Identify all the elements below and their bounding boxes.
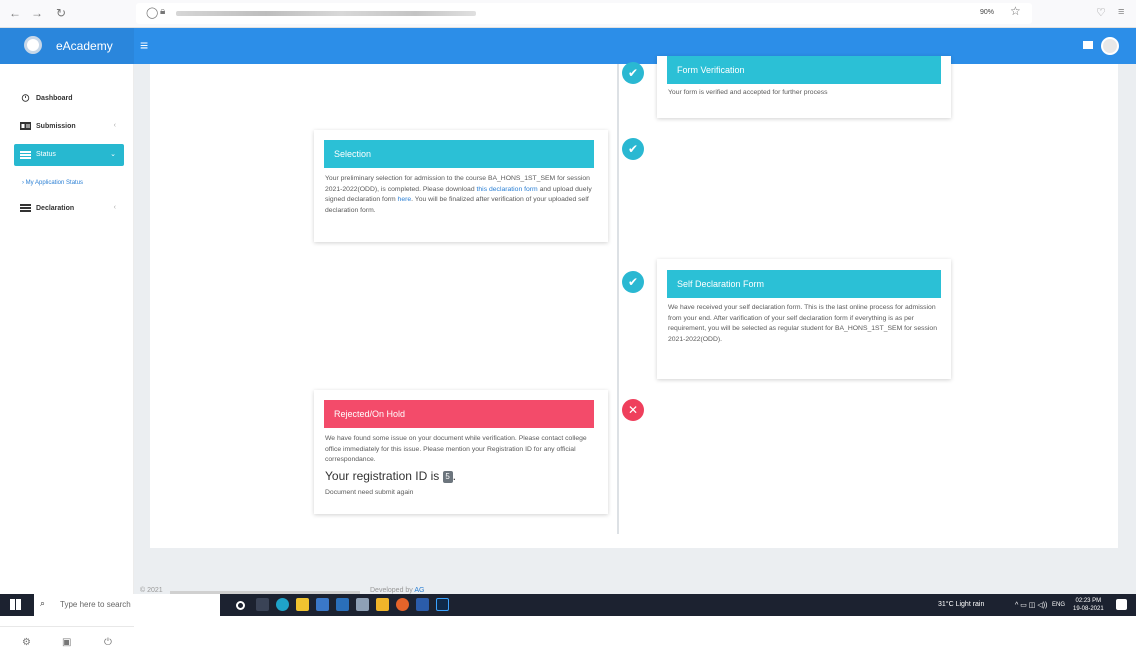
pocket-icon[interactable]: ♡ — [1096, 6, 1106, 19]
check-icon: ✔ — [622, 138, 644, 160]
app-icon[interactable] — [376, 598, 389, 611]
check-icon: ✔ — [622, 271, 644, 293]
menu-icon[interactable]: ≡ — [1118, 6, 1124, 18]
weather-text[interactable]: 31°C Light rain — [938, 601, 984, 608]
card-text: Your form is verified and accepted for f… — [668, 89, 828, 96]
brand-name: eAcademy — [56, 39, 113, 53]
timeline-card-self-declaration: Self Declaration Form We have received y… — [657, 259, 951, 379]
card-title: Form Verification — [667, 56, 941, 84]
brand[interactable]: eAcademy — [0, 28, 134, 64]
notification-icon[interactable] — [1116, 599, 1127, 610]
dashboard-icon — [21, 94, 30, 102]
card-text: We have received your self declaration f… — [668, 304, 937, 343]
zoom-level[interactable]: 90% — [980, 9, 994, 16]
language-indicator[interactable]: ENG — [1052, 602, 1065, 608]
search-placeholder: Type here to search — [60, 600, 131, 609]
clock-date: 19-08-2021 — [1073, 606, 1104, 612]
card-text-part: We have found some issue on your documen… — [325, 435, 587, 463]
developer-link[interactable]: AG — [414, 587, 424, 594]
card-title: Self Declaration Form — [667, 270, 941, 298]
registration-id-badge: 5 — [442, 470, 453, 483]
check-icon: ✔ — [622, 62, 644, 84]
word-icon[interactable] — [416, 598, 429, 611]
sidebar-item-dashboard[interactable]: Dashboard — [14, 90, 124, 108]
chevron-down-icon: ⌄ — [110, 151, 116, 158]
sidebar-item-label: Declaration — [36, 205, 75, 212]
power-icon[interactable]: ⏻ — [104, 637, 112, 648]
cortana-icon[interactable] — [236, 601, 245, 610]
developed-by-label: Developed by — [370, 587, 413, 594]
taskbar: ⌕ Type here to search 31°C Light rain ^ … — [0, 594, 1136, 616]
photoshop-icon[interactable] — [436, 598, 449, 611]
app-header: eAcademy ≡ — [0, 28, 1136, 64]
back-icon[interactable]: ← — [8, 6, 22, 20]
card-text: Your preliminary selection for admission… — [325, 174, 598, 216]
forward-icon[interactable]: → — [30, 6, 44, 20]
sidebar-item-status[interactable]: Status ⌄ — [14, 144, 124, 166]
sidebar-item-label: Submission — [36, 123, 76, 130]
sidebar-item-declaration[interactable]: Declaration ‹ — [14, 200, 124, 218]
brand-logo — [24, 36, 42, 54]
registration-id-line: Your registration ID is 5. — [325, 468, 598, 484]
shield-icon[interactable]: ◯ — [146, 6, 158, 19]
sidebar-item-label: Dashboard — [36, 95, 73, 102]
timeline-panel — [150, 64, 1118, 548]
browser-toolbar: ← → ↻ ◯ 🔒︎ 90% ☆ ♡ ≡ — [0, 0, 1136, 28]
list-icon — [20, 151, 31, 159]
sidebar-item-submission[interactable]: Submission ‹ — [14, 118, 124, 136]
windows-start-icon[interactable] — [10, 599, 21, 610]
sidebar-subitem-my-application-status[interactable]: › My Application Status — [22, 180, 83, 186]
clock-time: 02:23 PM — [1075, 598, 1102, 604]
search-icon: ⌕ — [40, 598, 46, 608]
timeline-card-form-verification: Form Verification Your form is verified … — [657, 56, 951, 118]
user-avatar[interactable] — [1101, 37, 1119, 55]
declaration-form-link[interactable]: this declaration form — [477, 186, 538, 193]
lock-icon[interactable]: 🔒︎ — [160, 6, 165, 17]
developed-by-text: Developed by AG — [370, 587, 425, 594]
reload-icon[interactable]: ↻ — [54, 6, 68, 20]
address-bar[interactable]: ◯ 🔒︎ — [136, 3, 1032, 24]
chevron-left-icon: ‹ — [113, 122, 116, 129]
timeline-card-selection: Selection Your preliminary selection for… — [314, 130, 608, 242]
card-text: We have found some issue on your documen… — [325, 434, 598, 498]
sidebar-footer: ⚙ ▣ ⏻ — [0, 626, 134, 658]
task-view-icon[interactable] — [256, 598, 269, 611]
hamburger-menu-icon[interactable]: ≡ — [140, 37, 148, 53]
registration-id-label: Your registration ID is — [325, 468, 440, 483]
bookmark-star-icon[interactable]: ☆ — [1010, 4, 1021, 18]
clock[interactable]: 02:23 PM 19-08-2021 — [1073, 597, 1104, 613]
tray-icons[interactable]: ^ ▭ ◫ ◁)) — [1015, 601, 1047, 609]
screen-icon[interactable]: ▣ — [62, 637, 71, 648]
id-card-icon — [20, 122, 31, 130]
document-note: Document need submit again — [325, 488, 414, 496]
card-title: Selection — [324, 140, 594, 168]
mail-icon[interactable] — [336, 598, 349, 611]
main-content: ✔ Form Verification Your form is verifie… — [134, 56, 1136, 594]
settings-icon[interactable]: ⚙ — [22, 637, 31, 648]
file-explorer-icon[interactable] — [296, 598, 309, 611]
timeline-card-rejected: Rejected/On Hold We have found some issu… — [314, 390, 608, 514]
close-icon: ✕ — [622, 399, 644, 421]
upload-here-link[interactable]: here — [398, 196, 412, 203]
edge-icon[interactable] — [276, 598, 289, 611]
copyright-text: © 2021 — [140, 587, 163, 594]
list-icon — [20, 204, 31, 212]
timeline-line — [617, 64, 619, 534]
registration-id-suffix: . — [452, 468, 456, 483]
app-icon[interactable] — [356, 598, 369, 611]
taskbar-search[interactable]: ⌕ Type here to search — [34, 594, 220, 616]
store-icon[interactable] — [316, 598, 329, 611]
firefox-icon[interactable] — [396, 598, 409, 611]
chevron-left-icon: ‹ — [113, 204, 116, 211]
sidebar-item-label: Status — [36, 151, 56, 158]
url-text-redacted — [176, 11, 476, 16]
card-title: Rejected/On Hold — [324, 400, 594, 428]
flag-icon[interactable] — [1083, 41, 1093, 49]
sidebar: Dashboard Submission ‹ Status ⌄ › My App… — [0, 64, 134, 648]
